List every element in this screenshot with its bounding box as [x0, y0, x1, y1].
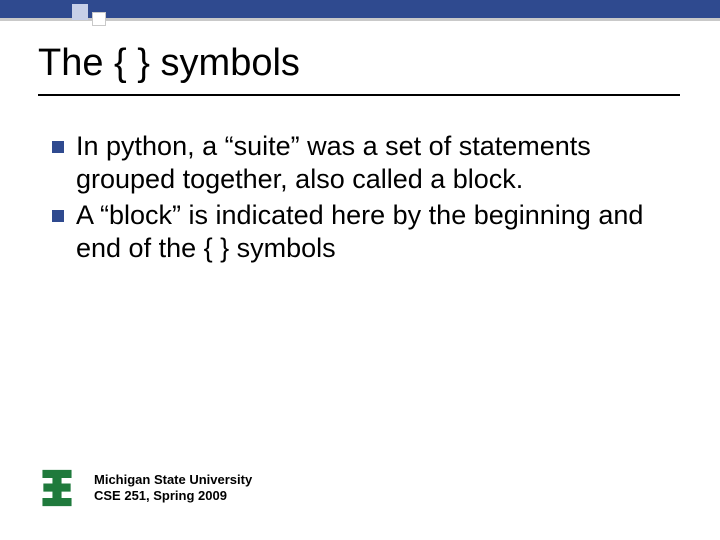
header-accent-line	[0, 18, 720, 21]
slide-title: The { } symbols	[38, 42, 300, 85]
list-item-text: A “block” is indicated here by the begin…	[76, 199, 672, 266]
footer-line-1: Michigan State University	[94, 472, 252, 488]
msu-logo-icon	[38, 468, 76, 508]
list-item: In python, a “suite” was a set of statem…	[52, 130, 672, 197]
list-item-text: In python, a “suite” was a set of statem…	[76, 130, 672, 197]
list-item: A “block” is indicated here by the begin…	[52, 199, 672, 266]
square-bullet-icon	[52, 210, 64, 222]
decor-square-light	[72, 4, 88, 20]
bullet-list: In python, a “suite” was a set of statem…	[52, 130, 672, 268]
decor-square-white	[92, 12, 106, 26]
footer-text: Michigan State University CSE 251, Sprin…	[94, 472, 252, 505]
footer-line-2: CSE 251, Spring 2009	[94, 488, 252, 504]
header-bar	[0, 0, 720, 18]
slide-footer: Michigan State University CSE 251, Sprin…	[38, 468, 252, 508]
title-underline	[38, 94, 680, 96]
square-bullet-icon	[52, 141, 64, 153]
